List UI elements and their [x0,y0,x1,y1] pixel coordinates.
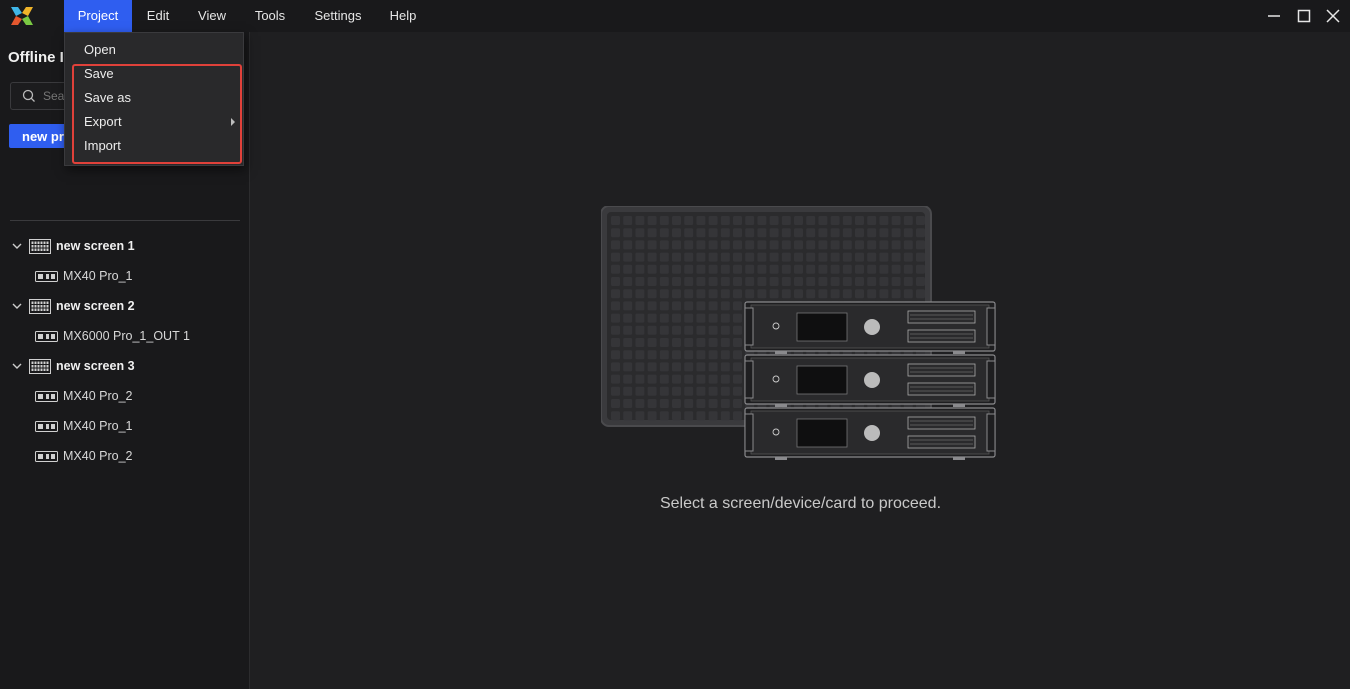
tree-item-label: MX6000 Pro_1_OUT 1 [63,329,190,343]
tree-item-label: MX40 Pro_2 [63,449,133,463]
search-icon [22,89,35,102]
chevron-down-icon[interactable] [11,300,23,312]
menu-settings[interactable]: Settings [304,0,372,32]
screen-icon [29,298,51,314]
chevron-down-icon[interactable] [11,240,23,252]
tree-device-item[interactable]: MX6000 Pro_1_OUT 1 [0,321,250,351]
menu-item-open[interactable]: Open [65,38,243,62]
menu-project[interactable]: Project [64,0,132,32]
sidebar-divider [10,220,240,221]
device-icon [35,390,58,402]
tree-device-item[interactable]: MX40 Pro_2 [0,441,250,471]
tree-device-item[interactable]: MX40 Pro_1 [0,261,250,291]
menu-item-import[interactable]: Import [65,134,243,158]
menu-item-label: Save [84,66,114,81]
app-logo-icon [11,7,33,25]
menu-edit[interactable]: Edit [136,0,180,32]
tree-item-label: new screen 1 [56,239,135,253]
screen-icon [29,358,51,374]
tree-screen-item[interactable]: new screen 3 [0,351,250,381]
menu-bar: Project Edit View Tools Settings Help [0,0,1350,32]
tree-item-label: MX40 Pro_1 [63,269,133,283]
menu-item-label: Import [84,138,121,153]
tree-device-item[interactable]: MX40 Pro_1 [0,411,250,441]
menu-view[interactable]: View [188,0,236,32]
tree-device-item[interactable]: MX40 Pro_2 [0,381,250,411]
screen-icon [29,238,51,254]
tree-item-label: MX40 Pro_1 [63,419,133,433]
main-content: Select a screen/device/card to proceed. [251,32,1350,689]
minimize-icon[interactable] [1264,6,1284,26]
tree-screen-item[interactable]: new screen 1 [0,231,250,261]
device-icon [35,420,58,432]
menu-item-label: Open [84,42,116,57]
device-icon [35,450,58,462]
menu-item-label: Save as [84,90,131,105]
close-icon[interactable] [1323,6,1343,26]
empty-state-illustration [601,206,996,460]
tree-screen-item[interactable]: new screen 2 [0,291,250,321]
device-icon [35,270,58,282]
project-menu-dropdown: Open Save Save as Export Import [64,32,244,166]
sidebar-title: Offline I [8,49,64,66]
menu-help[interactable]: Help [380,0,426,32]
menu-tools[interactable]: Tools [244,0,296,32]
empty-state-message: Select a screen/device/card to proceed. [659,495,942,512]
tree-item-label: new screen 2 [56,299,135,313]
submenu-arrow-icon [231,118,235,126]
menu-item-save-as[interactable]: Save as [65,86,243,110]
menu-item-label: Export [84,114,122,129]
menu-item-save[interactable]: Save [65,62,243,86]
maximize-icon[interactable] [1294,6,1314,26]
tree-item-label: MX40 Pro_2 [63,389,133,403]
menu-item-export[interactable]: Export [65,110,243,134]
chevron-down-icon[interactable] [11,360,23,372]
device-icon [35,330,58,342]
tree-item-label: new screen 3 [56,359,135,373]
